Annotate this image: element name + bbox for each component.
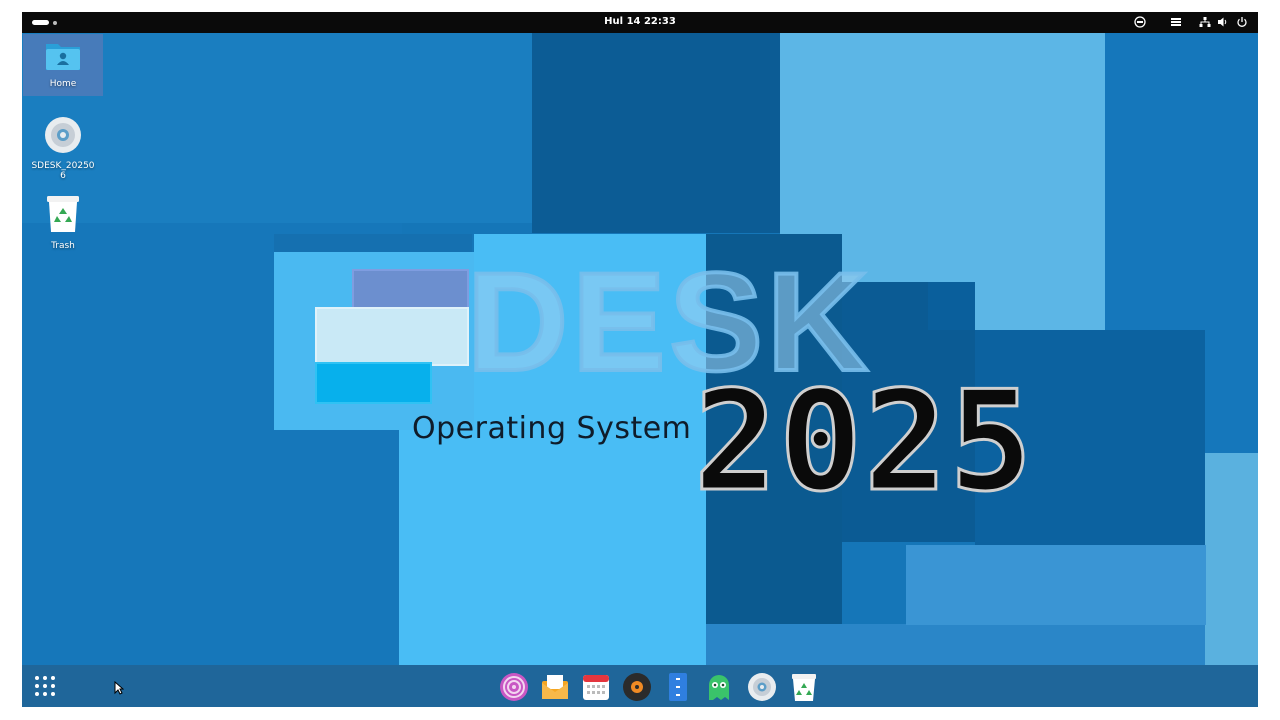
power-icon[interactable] xyxy=(1236,16,1248,28)
desktop-icon-home[interactable]: Home xyxy=(23,34,103,96)
browser-icon[interactable] xyxy=(499,672,529,702)
notifications-icon[interactable] xyxy=(1170,16,1182,28)
top-bar: Hul 14 22:33 xyxy=(22,12,1258,33)
wallpaper-block xyxy=(399,430,489,665)
wallpaper-block xyxy=(706,624,1205,665)
calendar-icon[interactable] xyxy=(581,672,611,702)
volume-icon[interactable] xyxy=(1217,16,1229,28)
wallpaper-block xyxy=(928,282,975,330)
music-icon[interactable] xyxy=(622,672,652,702)
mail-icon[interactable] xyxy=(540,672,570,702)
logo-bar-bottom xyxy=(315,362,432,404)
trash-icon[interactable] xyxy=(789,672,819,702)
clock[interactable]: Hul 14 22:33 xyxy=(22,16,1258,27)
logo-bar-top xyxy=(352,269,469,311)
home-folder-icon xyxy=(46,44,80,70)
desktop-icon-label: Trash xyxy=(51,241,75,251)
desktop-icon-disc[interactable]: SDESK_20250 6 xyxy=(23,116,103,181)
disc-icon xyxy=(45,117,81,153)
wallpaper-block xyxy=(1205,453,1258,665)
mouse-cursor-icon xyxy=(114,681,124,695)
accessibility-icon[interactable] xyxy=(1134,16,1146,28)
ghost-app-icon[interactable] xyxy=(704,672,734,702)
dock xyxy=(22,665,1258,707)
desktop-icon-label: SDESK_20250 6 xyxy=(31,161,95,181)
desktop-screen: DESK Operating System 2025 Hul 14 22:33 xyxy=(22,12,1258,707)
network-icon[interactable] xyxy=(1199,16,1211,28)
trash-icon xyxy=(47,196,79,232)
app-grid-icon[interactable] xyxy=(34,675,56,697)
desktop-icon-label: Home xyxy=(49,79,77,89)
disc-icon[interactable] xyxy=(747,672,777,702)
year-label: 2025 xyxy=(692,361,1035,522)
files-icon[interactable] xyxy=(663,672,693,702)
wallpaper-block xyxy=(532,33,782,233)
os-subtitle: Operating System xyxy=(412,411,692,446)
wallpaper-block xyxy=(906,545,1206,625)
desktop-icon-trash[interactable]: Trash xyxy=(23,194,103,251)
wallpaper-block xyxy=(274,234,472,252)
logo-bar-middle xyxy=(315,307,469,366)
